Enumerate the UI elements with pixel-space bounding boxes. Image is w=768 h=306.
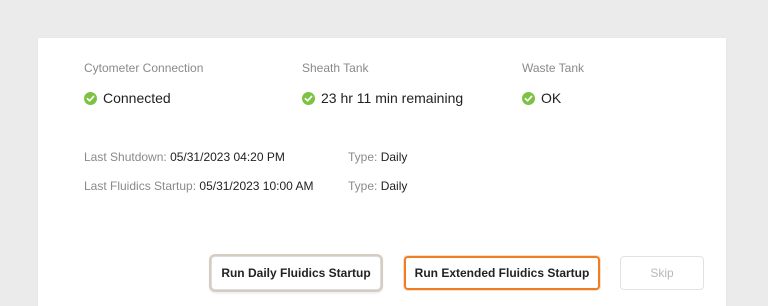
last-shutdown-type-value: Daily	[380, 150, 408, 164]
sheath-tank-label: Sheath Tank	[302, 61, 369, 75]
check-circle-icon	[84, 91, 97, 105]
last-startup-info: Last Fluidics Startup: 05/31/2023 10:00 …	[84, 179, 314, 193]
last-startup-label: Last Fluidics Startup:	[84, 179, 197, 193]
last-startup-type-label: Type:	[348, 179, 378, 193]
last-shutdown-info: Last Shutdown: 05/31/2023 04:20 PM	[84, 150, 285, 164]
check-circle-icon	[522, 91, 535, 105]
cytometer-connection-text: Connected	[103, 90, 171, 106]
fluidics-status-panel: Cytometer Connection Connected Sheath Ta…	[38, 38, 726, 306]
sheath-tank-text: 23 hr 11 min remaining	[321, 90, 464, 106]
last-shutdown-label: Last Shutdown:	[84, 150, 167, 164]
waste-tank-value: OK	[522, 90, 561, 106]
waste-tank-text: OK	[541, 90, 562, 106]
last-startup-type-value: Daily	[380, 179, 408, 193]
last-shutdown-type-label: Type:	[348, 150, 378, 164]
check-circle-icon	[302, 91, 315, 105]
last-startup-value: 05/31/2023 10:00 AM	[199, 179, 314, 193]
sheath-tank-value: 23 hr 11 min remaining	[302, 90, 463, 106]
skip-button[interactable]: Skip	[620, 256, 704, 290]
run-extended-fluidics-startup-button[interactable]: Run Extended Fluidics Startup	[404, 256, 600, 290]
last-shutdown-type: Type: Daily	[348, 150, 407, 164]
last-shutdown-value: 05/31/2023 04:20 PM	[170, 150, 285, 164]
cytometer-connection-label: Cytometer Connection	[84, 61, 204, 75]
waste-tank-label: Waste Tank	[522, 61, 585, 75]
cytometer-connection-value: Connected	[84, 90, 171, 106]
run-daily-fluidics-startup-button[interactable]: Run Daily Fluidics Startup	[211, 256, 381, 290]
last-startup-type: Type: Daily	[348, 179, 407, 193]
